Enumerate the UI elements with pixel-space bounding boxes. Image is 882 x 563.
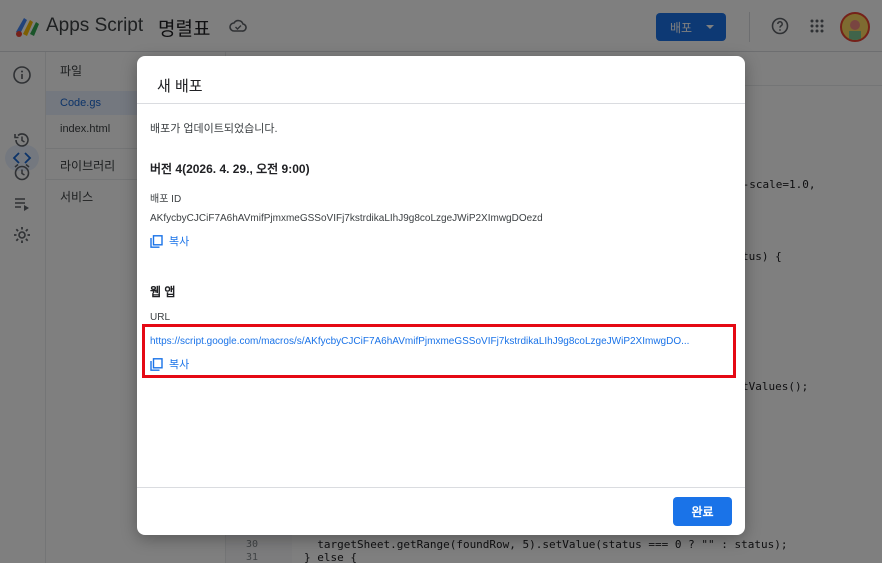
copy-deployment-id-button[interactable]: 복사: [150, 232, 189, 250]
divider: [137, 103, 745, 104]
webapp-section-title: 웹 앱: [150, 285, 176, 299]
copy-icon: [150, 234, 163, 248]
dialog-title: 새 배포: [157, 78, 203, 95]
new-deployment-dialog: 새 배포 배포가 업데이트되었습니다. 버전 4(2026. 4. 29., 오…: [137, 56, 745, 535]
deployment-id-label: 배포 ID: [150, 194, 182, 205]
done-button[interactable]: 완료: [673, 497, 732, 526]
deployment-id-value: AKfycbyCJCiF7A6hAVmifPjmxmeGSSoVIFj7kstr…: [150, 213, 543, 224]
done-label: 완료: [691, 505, 714, 519]
version-label: 버전 4(2026. 4. 29., 오전 9:00): [150, 162, 310, 176]
highlight-box: [142, 324, 736, 378]
copy-label: 복사: [169, 236, 190, 248]
url-label: URL: [150, 312, 171, 323]
divider: [137, 487, 745, 488]
update-message: 배포가 업데이트되었습니다.: [150, 123, 278, 135]
